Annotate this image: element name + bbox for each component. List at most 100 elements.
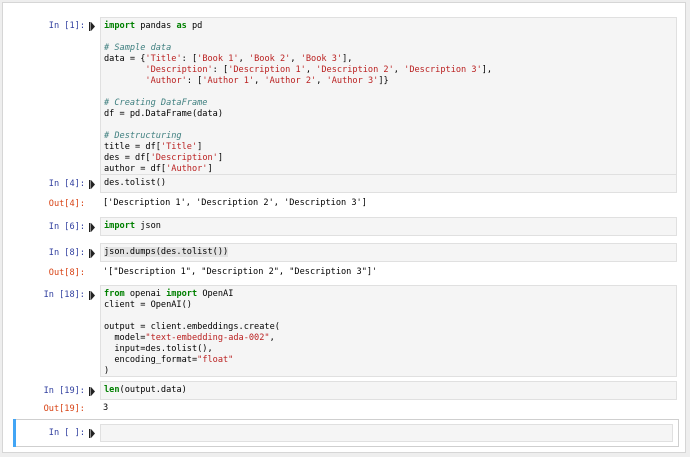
code-token: df = pd.DataFrame(data)	[104, 109, 223, 119]
code-token: import	[166, 289, 198, 299]
code-line: author = df['Author']	[104, 164, 213, 174]
cell-input-area[interactable]	[100, 424, 673, 442]
code-token: pd	[186, 21, 203, 31]
code-token: ]	[197, 142, 203, 152]
run-cell-icon[interactable]	[89, 291, 95, 300]
code-line: des.tolist()	[104, 178, 166, 188]
code-line: import json	[104, 221, 161, 231]
cell-output-area: '["Description 1", "Description 2", "Des…	[101, 265, 677, 278]
code-token: ],	[342, 54, 353, 64]
run-cell-icon[interactable]	[89, 429, 95, 438]
code-editor[interactable]: des.tolist()	[101, 175, 676, 189]
in-prompt: In [1]:	[48, 21, 85, 31]
cell-input-area[interactable]: des.tolist()	[100, 174, 677, 193]
out-prompt: Out[19]:	[43, 404, 85, 414]
code-cell-19[interactable]: In [19]: len(output.data) Out[19]: 3	[15, 381, 677, 419]
code-line: output = client.embeddings.create(	[104, 322, 280, 332]
code-token: : [	[212, 65, 229, 75]
code-token: 'Author 3'	[326, 76, 379, 86]
code-editor[interactable]: import json	[101, 218, 676, 232]
code-editor[interactable]	[101, 425, 672, 439]
code-token: ,	[305, 65, 317, 75]
code-cell-8[interactable]: In [8]: json.dumps(des.tolist()) Out[8]:…	[15, 243, 677, 281]
code-line: 'Description': ['Description 1', 'Descri…	[104, 65, 492, 75]
run-cell-icon[interactable]	[89, 387, 95, 396]
in-prompt: In [6]:	[48, 222, 85, 232]
code-token: ,	[393, 65, 405, 75]
cell-output-area: ['Description 1', 'Description 2', 'Desc…	[101, 196, 677, 209]
code-token: ,	[238, 54, 249, 64]
in-prompt: In [18]:	[43, 290, 85, 300]
code-token: 'Description 3'	[404, 65, 482, 75]
notebook-container: In [1]: import pandas as pd # Sample dat…	[2, 2, 686, 453]
code-token: (output.data)	[119, 385, 187, 395]
code-token: json	[135, 221, 161, 231]
code-line: client = OpenAI()	[104, 300, 192, 310]
code-token: 'Title'	[160, 142, 198, 152]
code-token: ,	[254, 76, 265, 86]
cell-input-area[interactable]: json.dumps(des.tolist())	[100, 243, 677, 262]
code-line: encoding_format="float"	[104, 355, 233, 365]
code-line: len(output.data)	[104, 385, 187, 395]
code-line: # Creating DataFrame	[104, 98, 207, 108]
code-token: pandas	[135, 21, 177, 31]
code-token: 'Author 2'	[264, 76, 317, 86]
code-token: input=des.tolist(),	[104, 344, 213, 354]
code-token: output = client.embeddings.create(	[104, 322, 280, 332]
code-line: json.dumps(des.tolist())	[104, 247, 229, 257]
output-text: 3	[103, 403, 109, 413]
code-token: ]	[217, 153, 224, 163]
code-token: ,	[316, 76, 327, 86]
run-cell-icon[interactable]	[89, 223, 95, 232]
cell-input-area[interactable]: len(output.data)	[100, 381, 677, 400]
code-cell-1[interactable]: In [1]: import pandas as pd # Sample dat…	[15, 17, 677, 177]
code-line: title = df['Title']	[104, 142, 202, 152]
code-token: 'Author 1'	[202, 76, 255, 86]
code-token: model=	[104, 333, 146, 343]
code-token: 'Description'	[145, 65, 213, 75]
run-cell-icon[interactable]	[89, 22, 95, 31]
code-token: 'Book 2'	[248, 54, 291, 64]
code-token: len	[104, 385, 120, 395]
code-line: 'Author': ['Author 1', 'Author 2', 'Auth…	[104, 76, 389, 86]
code-token: import	[104, 221, 136, 231]
run-cell-icon[interactable]	[89, 249, 95, 258]
code-token: import	[104, 21, 136, 31]
code-token: des = df[	[104, 153, 151, 163]
run-cell-icon[interactable]	[89, 180, 95, 189]
output-text: '["Description 1", "Description 2", "Des…	[103, 267, 378, 277]
code-editor[interactable]: len(output.data)	[101, 382, 676, 396]
code-cell-4[interactable]: In [4]: des.tolist() Out[4]: ['Descripti…	[15, 174, 677, 212]
code-line: des = df['Description']	[104, 153, 223, 163]
code-token: author = df[	[104, 164, 167, 174]
code-cell-empty[interactable]: In [ ]:	[15, 424, 677, 444]
code-cell-6[interactable]: In [6]: import json	[15, 217, 677, 237]
code-editor[interactable]: import pandas as pd # Sample data data =…	[101, 18, 676, 175]
code-token: : [	[181, 54, 198, 64]
code-editor[interactable]: json.dumps(des.tolist())	[101, 244, 676, 258]
code-cell-18[interactable]: In [18]: from openai import OpenAI clien…	[15, 285, 677, 378]
code-editor[interactable]: from openai import OpenAI client = OpenA…	[101, 286, 676, 377]
cell-input-area[interactable]: import pandas as pd # Sample data data =…	[100, 17, 677, 175]
code-token: title = df[	[104, 142, 161, 152]
cell-input-area[interactable]: import json	[100, 217, 677, 236]
cell-input-area[interactable]: from openai import OpenAI client = OpenA…	[100, 285, 677, 377]
code-token: ]}	[378, 76, 389, 86]
code-token: ],	[481, 65, 493, 75]
code-line: # Sample data	[104, 43, 171, 53]
code-token: encoding_format=	[104, 355, 198, 365]
code-line: from openai import OpenAI	[104, 289, 233, 299]
in-prompt: In [8]:	[48, 248, 85, 258]
code-token: OpenAI	[197, 289, 234, 299]
code-token: ]	[207, 164, 213, 174]
code-token: 'Title'	[145, 54, 182, 64]
code-token: # Destructuring	[104, 131, 182, 141]
output-text: ['Description 1', 'Description 2', 'Desc…	[103, 198, 367, 208]
cell-output-area: 3	[101, 401, 677, 414]
code-token: # Sample data	[104, 43, 172, 53]
code-token: 'Book 1'	[197, 54, 239, 64]
